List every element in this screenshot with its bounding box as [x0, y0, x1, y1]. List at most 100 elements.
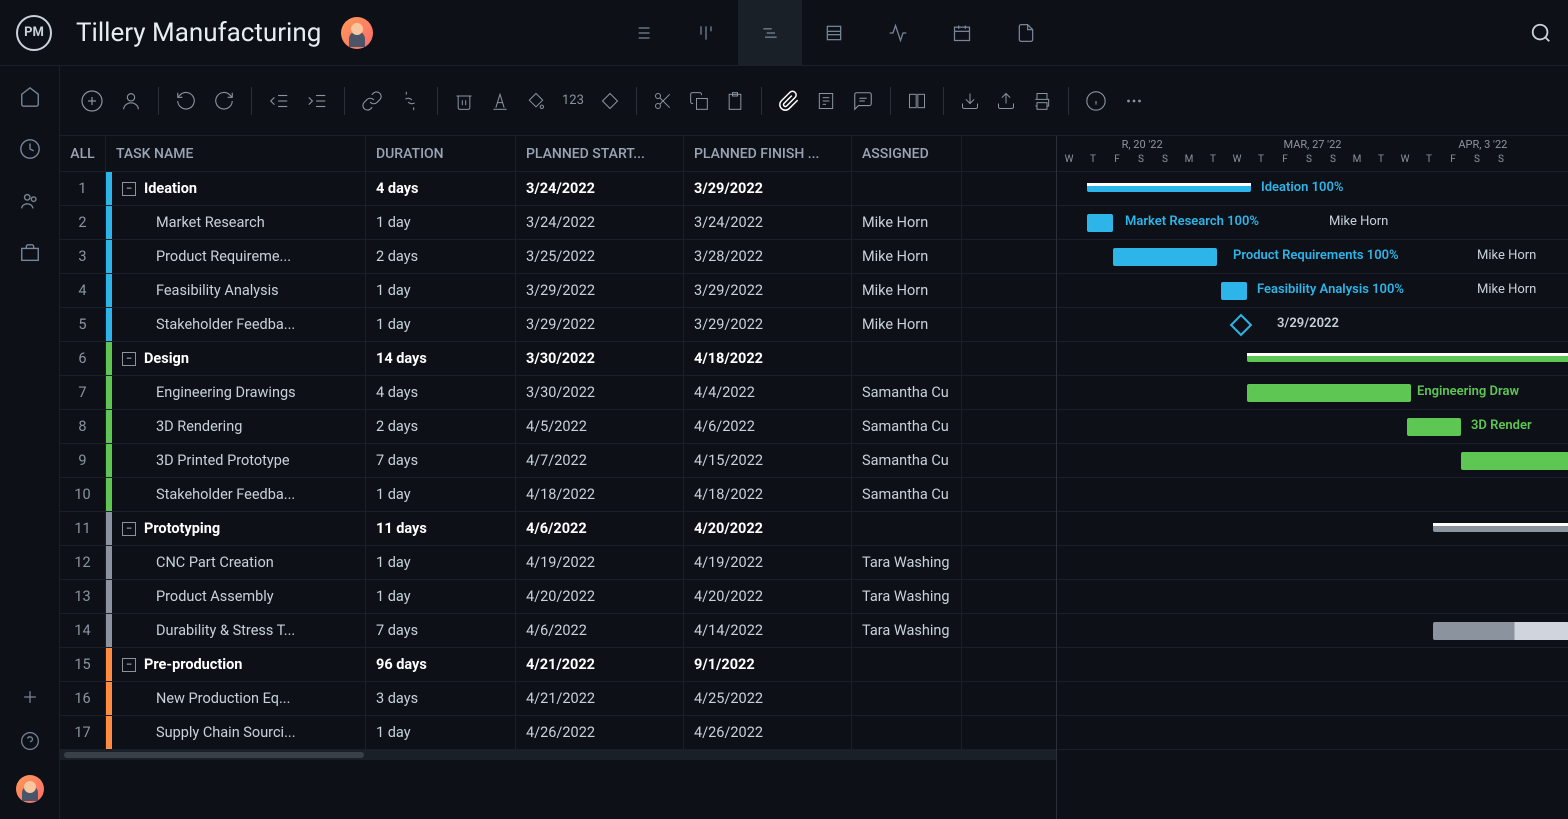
task-name-cell[interactable]: Engineering Drawings [106, 376, 366, 409]
task-name-cell[interactable]: Durability & Stress T... [106, 614, 366, 647]
info-icon[interactable] [1085, 90, 1107, 112]
add-icon[interactable] [20, 687, 40, 707]
gantt-bar[interactable] [1113, 248, 1217, 266]
activity-view-tab[interactable] [866, 0, 930, 66]
task-row[interactable]: 17Supply Chain Sourci...1 day4/26/20224/… [60, 716, 1056, 750]
finish-cell[interactable]: 4/4/2022 [684, 376, 852, 409]
duration-cell[interactable]: 2 days [366, 410, 516, 443]
start-cell[interactable]: 4/5/2022 [516, 410, 684, 443]
task-row[interactable]: 93D Printed Prototype7 days4/7/20224/15/… [60, 444, 1056, 478]
task-name-cell[interactable]: −Pre-production [106, 648, 366, 681]
task-row[interactable]: 11−Prototyping11 days4/6/20224/20/2022 [60, 512, 1056, 546]
list-view-tab[interactable] [610, 0, 674, 66]
file-view-tab[interactable] [994, 0, 1058, 66]
assigned-cell[interactable]: Tara Washing [852, 546, 962, 579]
outdent-icon[interactable] [268, 90, 290, 112]
gantt-row[interactable] [1057, 716, 1568, 750]
duration-cell[interactable]: 1 day [366, 580, 516, 613]
add-task-icon[interactable] [80, 89, 104, 113]
comment-icon[interactable] [852, 90, 874, 112]
notes-icon[interactable] [816, 91, 836, 111]
duration-cell[interactable]: 1 day [366, 716, 516, 749]
profile-avatar[interactable] [16, 775, 44, 803]
start-cell[interactable]: 3/30/2022 [516, 342, 684, 375]
fill-icon[interactable] [526, 91, 546, 111]
task-row[interactable]: 12CNC Part Creation1 day4/19/20224/19/20… [60, 546, 1056, 580]
duration-cell[interactable]: 1 day [366, 546, 516, 579]
task-row[interactable]: 4Feasibility Analysis1 day3/29/20223/29/… [60, 274, 1056, 308]
gantt-row[interactable] [1057, 444, 1568, 478]
assigned-cell[interactable] [852, 172, 962, 205]
start-cell[interactable]: 4/6/2022 [516, 512, 684, 545]
duration-cell[interactable]: 1 day [366, 478, 516, 511]
finish-cell[interactable]: 4/19/2022 [684, 546, 852, 579]
assigned-cell[interactable] [852, 342, 962, 375]
unlink-icon[interactable] [399, 90, 421, 112]
assigned-cell[interactable] [852, 682, 962, 715]
gantt-view-tab[interactable] [738, 0, 802, 66]
sheet-view-tab[interactable] [802, 0, 866, 66]
cut-icon[interactable] [653, 91, 673, 111]
duration-cell[interactable]: 96 days [366, 648, 516, 681]
start-cell[interactable]: 4/20/2022 [516, 580, 684, 613]
start-cell[interactable]: 3/25/2022 [516, 240, 684, 273]
task-row[interactable]: 1−Ideation4 days3/24/20223/29/2022 [60, 172, 1056, 206]
task-name-cell[interactable]: New Production Eq... [106, 682, 366, 715]
home-icon[interactable] [19, 86, 41, 108]
task-name-cell[interactable]: Product Requireme... [106, 240, 366, 273]
finish-cell[interactable]: 3/28/2022 [684, 240, 852, 273]
gantt-bar[interactable] [1407, 418, 1461, 436]
finish-cell[interactable]: 4/18/2022 [684, 342, 852, 375]
start-cell[interactable]: 4/21/2022 [516, 682, 684, 715]
gantt-row[interactable]: 3D Render [1057, 410, 1568, 444]
task-name-cell[interactable]: Stakeholder Feedba... [106, 478, 366, 511]
start-cell[interactable]: 4/6/2022 [516, 614, 684, 647]
finish-cell[interactable]: 4/26/2022 [684, 716, 852, 749]
finish-cell[interactable]: 9/1/2022 [684, 648, 852, 681]
duration-cell[interactable]: 2 days [366, 240, 516, 273]
task-name-cell[interactable]: −Prototyping [106, 512, 366, 545]
assigned-cell[interactable] [852, 648, 962, 681]
start-cell[interactable]: 3/24/2022 [516, 206, 684, 239]
assigned-cell[interactable]: Samantha Cu [852, 376, 962, 409]
app-logo[interactable]: PM [16, 15, 52, 51]
gantt-bar[interactable] [1461, 452, 1568, 470]
duration-cell[interactable]: 11 days [366, 512, 516, 545]
number-icon[interactable]: 123 [562, 93, 584, 108]
duration-cell[interactable]: 7 days [366, 444, 516, 477]
task-name-cell[interactable]: Market Research [106, 206, 366, 239]
finish-cell[interactable]: 4/18/2022 [684, 478, 852, 511]
duration-cell[interactable]: 1 day [366, 206, 516, 239]
clock-icon[interactable] [19, 138, 41, 160]
duration-cell[interactable]: 7 days [366, 614, 516, 647]
gantt-row[interactable]: Engineering Draw [1057, 376, 1568, 410]
gantt-row[interactable]: Product Requirements 100%Mike Horn [1057, 240, 1568, 274]
task-row[interactable]: 15−Pre-production96 days4/21/20229/1/202… [60, 648, 1056, 682]
redo-icon[interactable] [213, 90, 235, 112]
task-row[interactable]: 6−Design14 days3/30/20224/18/2022 [60, 342, 1056, 376]
task-name-cell[interactable]: 3D Rendering [106, 410, 366, 443]
assigned-cell[interactable] [852, 512, 962, 545]
start-cell[interactable]: 3/29/2022 [516, 274, 684, 307]
export-icon[interactable] [996, 91, 1016, 111]
collapse-icon[interactable]: − [122, 352, 136, 366]
gantt-row[interactable]: Feasibility Analysis 100%Mike Horn [1057, 274, 1568, 308]
assigned-cell[interactable]: Tara Washing [852, 580, 962, 613]
gantt-bar[interactable] [1087, 214, 1113, 232]
assigned-cell[interactable]: Mike Horn [852, 274, 962, 307]
task-row[interactable]: 83D Rendering2 days4/5/20224/6/2022Saman… [60, 410, 1056, 444]
paste-icon[interactable] [725, 91, 745, 111]
assigned-cell[interactable]: Samantha Cu [852, 444, 962, 477]
milestone-icon[interactable] [1230, 314, 1253, 337]
task-row[interactable]: 5Stakeholder Feedba...1 day3/29/20223/29… [60, 308, 1056, 342]
gantt-bar[interactable] [1221, 282, 1247, 300]
link-icon[interactable] [361, 90, 383, 112]
finish-cell[interactable]: 4/15/2022 [684, 444, 852, 477]
print-icon[interactable] [1032, 91, 1052, 111]
help-icon[interactable] [20, 731, 40, 751]
delete-icon[interactable] [454, 91, 474, 111]
start-cell[interactable]: 4/26/2022 [516, 716, 684, 749]
task-row[interactable]: 10Stakeholder Feedba...1 day4/18/20224/1… [60, 478, 1056, 512]
assigned-cell[interactable]: Samantha Cu [852, 410, 962, 443]
task-name-cell[interactable]: −Design [106, 342, 366, 375]
